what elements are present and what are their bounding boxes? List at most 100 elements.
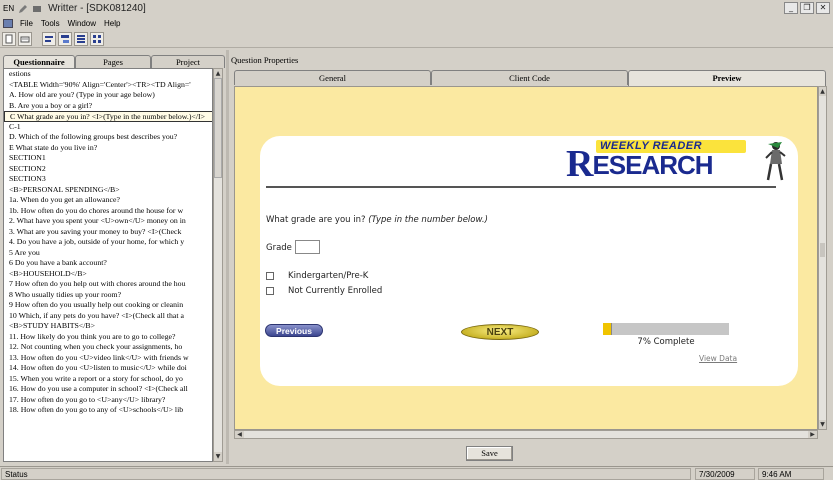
tree-item[interactable]: 9 How often do you usually help out cook… [4,300,212,311]
weekly-reader-research-logo: WEEKLY READER RESEARCH [566,138,788,188]
scroll-left-icon[interactable]: ◀ [235,431,244,438]
save-button[interactable]: Save [466,446,513,461]
list-icon[interactable] [74,31,88,46]
next-button[interactable]: NEXT [461,324,539,340]
tree-item[interactable]: 13. How often do you <U>video link</U> w… [4,353,212,364]
tab-general[interactable]: General [234,70,431,85]
left-tab-strip: Questionnaire Pages Project [3,55,225,69]
option-label: Not Currently Enrolled [288,286,383,296]
app-icon [33,5,42,12]
scroll-right-icon[interactable]: ▶ [808,431,817,438]
menu-file[interactable]: File [16,19,37,28]
title-bar: EN Writter - [SDK081240] _ ❐ ✕ [0,0,833,17]
tree-item[interactable]: <B>STUDY HABITS</B> [4,321,212,332]
toolbar [0,30,833,48]
open-document-icon[interactable] [18,31,32,46]
preview-horizontal-scrollbar[interactable]: ◀ ▶ [234,430,818,439]
tree-item[interactable]: D. Which of the following groups best de… [4,132,212,143]
question-prompt: What grade are you in? [266,215,366,225]
survey-card: WEEKLY READER RESEARCH What grade are yo… [260,136,798,386]
checkbox[interactable] [266,287,274,295]
tree-item[interactable]: 1a. When do you get an allowance? [4,195,212,206]
scroll-up-icon[interactable]: ▲ [214,69,222,78]
previous-button[interactable]: Previous [265,324,323,337]
tree-item[interactable]: 4. Do you have a job, outside of your ho… [4,237,212,248]
tree-item[interactable]: 1b. How often do you do chores around th… [4,206,212,217]
tree-item-selected[interactable]: C What grade are you in? <I>(Type in the… [4,111,212,122]
language-indicator[interactable]: EN [3,4,14,13]
menu-window[interactable]: Window [64,19,100,28]
scroll-up-icon[interactable]: ▲ [819,87,826,96]
tree-item[interactable]: estions [4,69,212,80]
option-label: Kindergarten/Pre-K [288,271,369,281]
tree-item[interactable]: SECTION2 [4,164,212,175]
question-hint: (Type in the number below.) [368,215,488,225]
tree-item[interactable]: 7 How often do you help out with chores … [4,279,212,290]
tree-item[interactable]: E What state do you live in? [4,143,212,154]
tree-item[interactable]: SECTION1 [4,153,212,164]
menu-bar: File Tools Window Help [0,17,833,29]
status-bar: Status 7/30/2009 9:46 AM [0,466,833,480]
tree-item[interactable]: B. Are you a boy or a girl? [4,101,212,112]
tree-item[interactable]: 10 Which, if any pets do you have? <I>(C… [4,311,212,322]
tree-item[interactable]: 2. What have you spent your <U>own</U> m… [4,216,212,227]
option-not-enrolled[interactable]: Not Currently Enrolled [266,286,382,296]
document-menu-icon[interactable] [3,18,13,28]
menu-tools[interactable]: Tools [37,19,64,28]
logo-initial: R [566,143,593,185]
tree-item[interactable]: 12. Not counting when you check your ass… [4,342,212,353]
tab-pages[interactable]: Pages [75,55,151,68]
window-title: Writter - [SDK081240] [48,3,146,14]
tree-item[interactable]: 3. What are you saving your money to buy… [4,227,212,238]
tab-client-code[interactable]: Client Code [431,70,628,85]
tab-preview[interactable]: Preview [628,70,826,86]
status-time: 9:46 AM [758,468,824,480]
tree-item[interactable]: 18. How often do you go to any of <U>sch… [4,405,212,416]
tab-project[interactable]: Project [151,55,225,68]
restore-button[interactable]: ❐ [800,2,814,14]
progress-bar [603,323,729,335]
properties-tab-strip: General Client Code Preview [234,70,826,86]
grade-input[interactable] [295,240,320,254]
tree-item[interactable]: 17. How often do you go to <U>any</U> li… [4,395,212,406]
preview-vertical-scrollbar[interactable]: ▲ ▼ [818,86,827,430]
tree-scrollbar[interactable]: ▲ ▼ [213,68,223,462]
reader-figure-icon [765,142,786,181]
close-button[interactable]: ✕ [816,2,830,14]
scroll-down-icon[interactable]: ▼ [819,420,826,429]
progress-fill [603,323,612,335]
tree-item[interactable]: C-1 [4,122,212,133]
minimize-button[interactable]: _ [784,2,798,14]
tree-item[interactable]: 6 Do you have a bank account? [4,258,212,269]
tree-item[interactable]: <B>HOUSEHOLD</B> [4,269,212,280]
tree-item[interactable]: 8 Who usually tidies up your room? [4,290,212,301]
writter-window: EN Writter - [SDK081240] _ ❐ ✕ File Tool… [0,0,833,480]
view-data-link[interactable]: View Data [699,354,737,363]
new-document-icon[interactable] [2,31,16,46]
questionnaire-tree: estions <TABLE Width='90%' Align='Center'… [3,68,213,462]
tree-item[interactable]: <B>PERSONAL SPENDING</B> [4,185,212,196]
checkbox[interactable] [266,272,274,280]
tree-item[interactable]: SECTION3 [4,174,212,185]
logo-rest: ESEARCH [592,150,713,180]
scroll-down-icon[interactable]: ▼ [214,452,222,461]
tree-item[interactable]: 15. When you write a report or a story f… [4,374,212,385]
tree-item[interactable]: <TABLE Width='90%' Align='Center'><TR><T… [4,80,212,91]
align-left-icon[interactable] [42,31,56,46]
menu-help[interactable]: Help [100,19,124,28]
scroll-grip[interactable] [820,243,825,257]
tree-item[interactable]: 14. How often do you <U>listen to music<… [4,363,212,374]
tree-item[interactable]: 16. How do you use a computer in school?… [4,384,212,395]
tree-item[interactable]: 11. How likely do you think you are to g… [4,332,212,343]
tree-item[interactable]: A. How old are you? (Type in your age be… [4,90,212,101]
system-icons: EN [0,4,42,14]
option-kindergarten[interactable]: Kindergarten/Pre-K [266,271,368,281]
tree-item[interactable]: 5 Are you [4,248,212,259]
question-text: What grade are you in? (Type in the numb… [266,215,488,225]
grid-icon[interactable] [90,31,104,46]
scroll-thumb[interactable] [214,78,222,178]
panel-splitter[interactable] [226,50,229,464]
insert-icon[interactable] [58,31,72,46]
progress-text: 7% Complete [637,337,695,347]
tab-questionnaire[interactable]: Questionnaire [3,55,75,69]
